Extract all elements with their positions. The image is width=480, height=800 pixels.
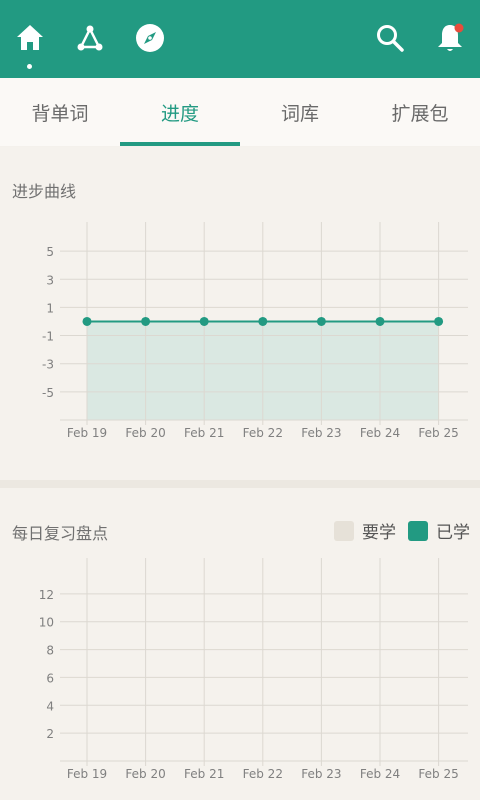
review-y-tick-label: 8	[46, 644, 54, 658]
progress-point	[141, 316, 151, 326]
legend-done-label: 已学	[436, 523, 470, 543]
progress-y-tick-label: -5	[42, 386, 54, 400]
progress-card-title: 进步曲线	[12, 182, 77, 201]
review-y-tick-label: 10	[39, 616, 54, 630]
progress-y-tick-label: 1	[46, 301, 54, 315]
progress-point	[258, 316, 268, 326]
review-x-tick-label: Feb 21	[184, 767, 224, 781]
tab-extensions[interactable]: 扩展包	[360, 78, 480, 146]
legend-done: 已学	[408, 518, 470, 543]
progress-chart: 5 3 1 -1 -3 -5 Feb 19 Feb 20 Feb 21 Feb 22 Feb 23 F…	[42, 222, 468, 440]
progress-y-tick-label: 3	[46, 273, 54, 287]
network-icon[interactable]	[72, 20, 108, 56]
progress-y-tick-label: -1	[42, 330, 54, 344]
tab-progress[interactable]: 进度	[120, 78, 240, 146]
progress-point	[316, 316, 326, 326]
review-x-tick-label: Feb 20	[125, 767, 165, 781]
review-x-tick-label: Feb 24	[360, 767, 400, 781]
progress-point	[434, 316, 444, 326]
review-y-tick-label: 4	[46, 699, 54, 713]
compass-icon[interactable]	[132, 20, 168, 56]
progress-x-tick-label: Feb 21	[184, 426, 224, 440]
review-x-tick-label: Feb 19	[67, 767, 107, 781]
progress-point	[199, 316, 209, 326]
review-y-tick-label: 6	[46, 671, 54, 685]
progress-x-tick-label: Feb 25	[418, 426, 458, 440]
bell-icon[interactable]	[432, 20, 468, 56]
review-x-tick-label: Feb 22	[243, 767, 283, 781]
legend-todo-label: 要学	[362, 523, 396, 543]
home-active-dot	[27, 64, 32, 69]
section-divider	[0, 480, 480, 488]
review-y-tick-label: 2	[46, 727, 54, 741]
tab-bar: 背单词 进度 词库 扩展包	[0, 78, 480, 146]
top-app-bar	[0, 0, 480, 78]
progress-x-tick-label: Feb 19	[67, 426, 107, 440]
review-y-tick-label: 12	[39, 588, 54, 602]
review-chart: 12 10 8 6 4 2 Feb 19 Feb 20 Feb 21 Feb 22 Feb 23 Fe…	[39, 558, 468, 781]
progress-x-tick-label: Feb 22	[243, 426, 283, 440]
progress-point	[82, 316, 92, 326]
progress-x-tick-label: Feb 23	[301, 426, 341, 440]
tab-memorize[interactable]: 背单词	[0, 78, 120, 146]
tab-wordbank[interactable]: 词库	[240, 78, 360, 146]
home-icon[interactable]	[12, 20, 48, 56]
progress-x-tick-label: Feb 24	[360, 426, 400, 440]
progress-y-tick-label: -3	[42, 358, 54, 372]
active-tab-indicator	[120, 142, 240, 146]
progress-x-tick-label: Feb 20	[125, 426, 165, 440]
review-x-tick-label: Feb 23	[301, 767, 341, 781]
legend-done-swatch	[408, 520, 428, 541]
search-icon[interactable]	[372, 20, 408, 56]
legend-todo: 要学	[334, 518, 396, 543]
review-x-tick-label: Feb 25	[418, 767, 458, 781]
progress-point	[375, 316, 385, 326]
notification-badge	[454, 23, 464, 33]
review-card-title: 每日复习盘点	[12, 524, 109, 543]
legend-todo-swatch	[334, 520, 354, 541]
progress-y-tick-label: 5	[46, 245, 54, 259]
